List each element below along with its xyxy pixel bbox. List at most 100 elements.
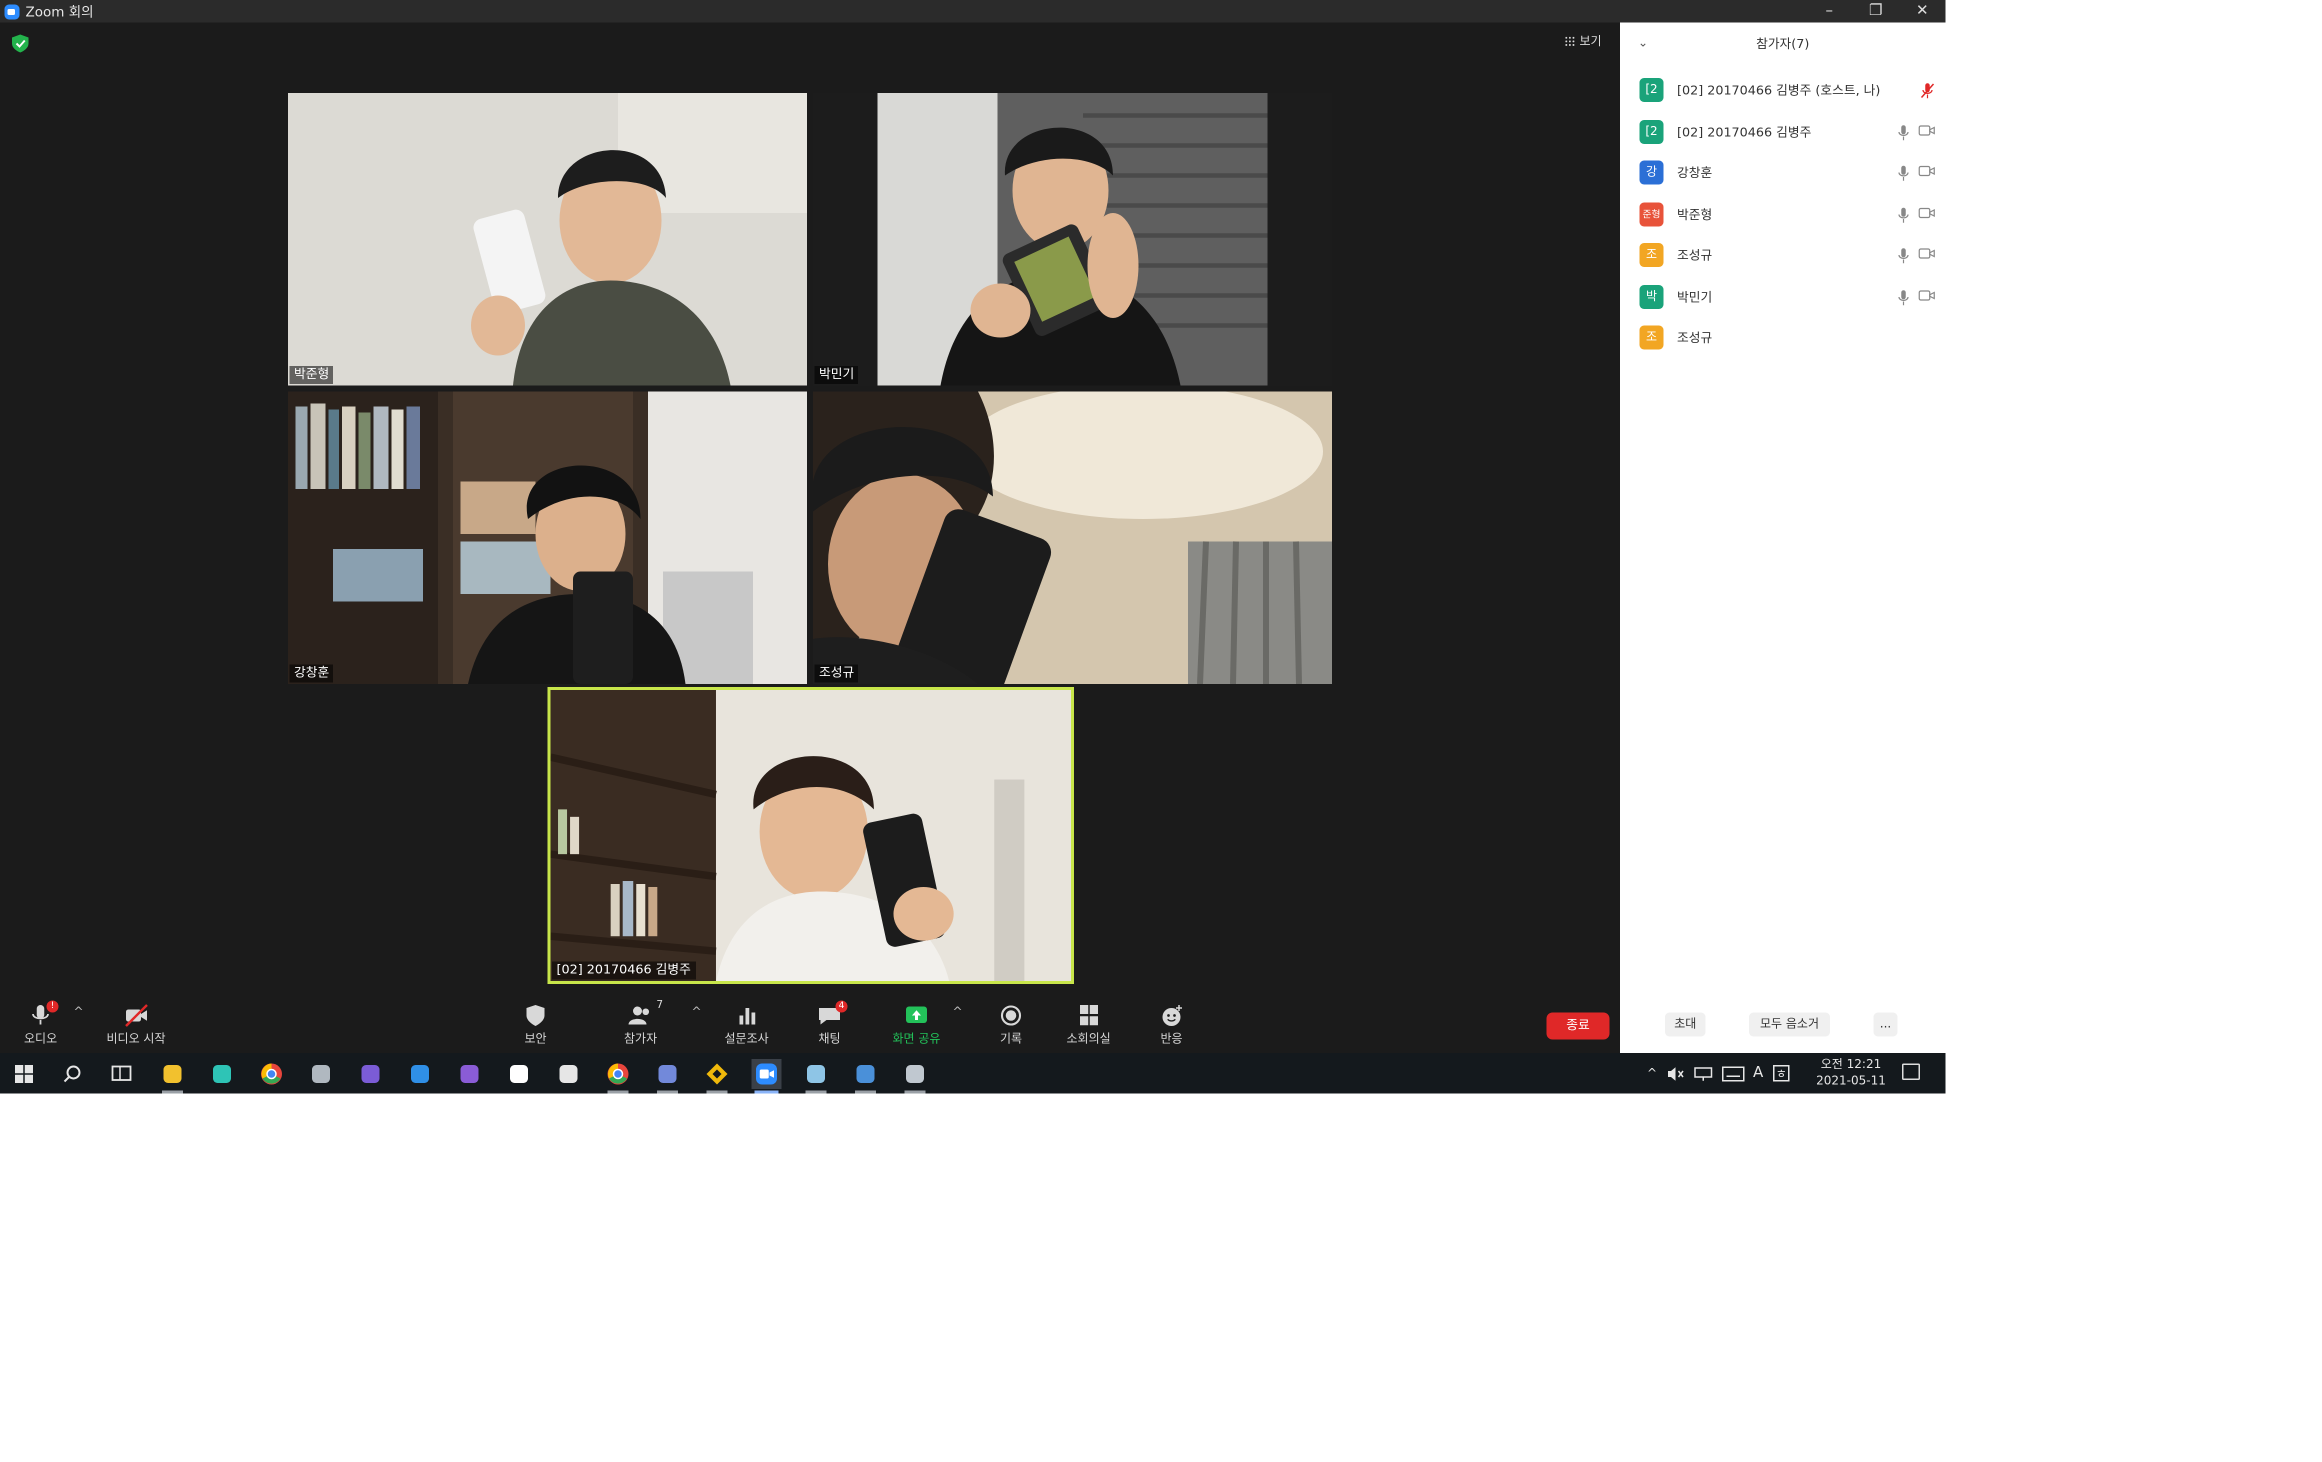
window-title: Zoom 회의 [25,6,94,21]
microphone-icon[interactable] [1898,247,1910,264]
chrome-2-icon[interactable] [603,1059,633,1094]
participant-name-label: 강창훈 [289,664,334,683]
minimize-button[interactable]: – [1806,0,1853,23]
clock-time: 오전 12:21 [1820,1057,1882,1072]
file-explorer-icon[interactable] [158,1059,188,1094]
share-screen-icon [905,1006,927,1023]
participant-row[interactable]: [2 [02] 20170466 김병주 [1639,120,1940,144]
microphone-icon[interactable] [1898,164,1910,181]
participant-row[interactable]: 조 조성규 [1639,325,1940,350]
app-dark-icon[interactable] [554,1059,584,1089]
app-blue-circle-icon[interactable] [504,1059,534,1089]
participants-button[interactable]: 7 참가자 [624,999,663,1048]
participant-name: 조성규 [1677,331,1713,347]
microphone-muted-icon[interactable] [1920,82,1935,99]
chat-button[interactable]: 4 채팅 [816,1000,848,1048]
windows-taskbar: ^ A ㅎ 오전 12:21 2021-05-11 [0,1053,1946,1094]
hangul-ime-icon[interactable]: ㅎ [1772,1065,1789,1082]
speaker-muted-icon[interactable] [1666,1066,1684,1081]
invite-button[interactable]: 초대 [1665,1012,1706,1037]
active-speaker-video-tile[interactable]: [02] 20170466 김병주 [547,687,1074,984]
app-gray-icon[interactable] [306,1059,336,1089]
discord-icon[interactable] [653,1059,683,1094]
avatar: [2 [1639,78,1664,102]
participant-row[interactable]: 강 강창훈 [1639,160,1940,185]
microphone-icon[interactable] [1898,124,1910,141]
breakout-rooms-icon [1079,1005,1098,1026]
security-button[interactable]: 보안 [522,1004,549,1048]
task-view-icon[interactable] [107,1059,137,1089]
view-label: 보기 [1579,34,1602,49]
shield-security-icon [526,1005,545,1026]
camera-icon[interactable] [1918,289,1936,301]
end-meeting-button[interactable]: 종료 [1546,1012,1610,1040]
close-button[interactable]: ✕ [1899,0,1946,23]
camera-icon[interactable] [1918,247,1936,259]
share-options-caret[interactable]: ^ [953,1005,963,1019]
meeting-toolbar: ! 오디오 ^ 비디오 시작 보안 7 참가자 ^ 설문조사 4 채팅 화면 공… [0,999,1620,1053]
video-tile[interactable]: 조성규 [813,391,1332,684]
participant-row[interactable]: 준형 박준형 [1639,202,1940,227]
participants-options-caret[interactable]: ^ [692,1005,702,1019]
binance-icon[interactable] [702,1059,732,1094]
ime-indicator[interactable]: A [1753,1065,1763,1082]
video-tile[interactable]: 박준형 [288,93,807,386]
microphone-icon[interactable] [1898,289,1910,306]
participant-row[interactable]: 박 박민기 [1639,285,1940,309]
participant-row[interactable]: 조 조성규 [1639,243,1940,267]
breakout-rooms-button[interactable]: 소회의실 [1067,1004,1111,1048]
audio-label: 오디오 [24,1032,58,1046]
app-chrome-canary-icon[interactable] [900,1059,930,1094]
poll-label: 설문조사 [724,1032,769,1046]
camera-icon[interactable] [1918,124,1936,136]
camera-icon[interactable] [1918,206,1936,218]
video-feed [813,391,1332,684]
participant-row[interactable]: [2 [02] 20170466 김병주 (호스트, 나) [1639,78,1940,102]
participant-name: 조성규 [1677,249,1713,264]
participants-panel-title: 참가자(7) [1756,37,1810,53]
avatar: 박 [1639,285,1664,309]
camera-icon[interactable] [1918,164,1936,176]
share-screen-button[interactable]: 화면 공유 [893,1004,940,1048]
poll-button[interactable]: 설문조사 [725,1004,769,1048]
participant-name-label: 박준형 [289,366,334,384]
smiley-icon [1162,1005,1182,1026]
reactions-button[interactable]: 반응 [1158,1004,1185,1048]
keyboard-icon[interactable] [1721,1065,1745,1081]
avatar: 조 [1639,243,1664,267]
zoom-icon[interactable] [751,1059,782,1094]
vscode-icon[interactable] [405,1059,435,1089]
svg-text:ㅎ: ㅎ [1775,1067,1786,1081]
app-butterfly-icon[interactable] [207,1059,237,1089]
visual-studio-icon[interactable] [455,1059,485,1089]
github-desktop-icon[interactable] [356,1059,386,1089]
video-tile[interactable]: 강창훈 [288,391,807,684]
notification-center-icon[interactable] [1902,1063,1920,1080]
video-tile[interactable]: 박민기 [813,93,1332,386]
mute-all-button[interactable]: 모두 음소거 [1749,1012,1830,1037]
app-notes-icon[interactable] [801,1059,831,1094]
taskbar-clock[interactable]: 오전 12:21 2021-05-11 [1808,1056,1895,1089]
app-paint-icon[interactable] [851,1059,881,1094]
participants-panel-footer: 초대 모두 음소거 ... [1620,1012,1946,1043]
chrome-icon[interactable] [257,1059,287,1089]
audio-button[interactable]: ! 오디오 [24,1000,59,1048]
more-options-button[interactable]: ... [1873,1012,1898,1037]
windows-start-icon[interactable] [9,1059,39,1089]
video-feed [550,690,1071,981]
avatar: 강 [1639,160,1664,185]
audio-options-caret[interactable]: ^ [74,1005,84,1019]
restore-button[interactable]: ❐ [1853,0,1900,23]
start-video-button[interactable]: 비디오 시작 [107,1004,166,1048]
breakout-rooms-label: 소회의실 [1066,1032,1111,1046]
search-icon[interactable] [57,1059,87,1089]
record-button[interactable]: 기록 [998,1004,1025,1048]
shield-icon[interactable] [12,34,29,53]
participant-name: [02] 20170466 김병주 (호스트, 나) [1677,84,1881,99]
network-icon[interactable] [1693,1066,1713,1081]
system-tray: ^ A ㅎ [1647,1053,1789,1094]
microphone-icon[interactable] [1898,206,1910,223]
security-label: 보안 [524,1032,547,1046]
view-button[interactable]: 보기 [1564,33,1602,50]
tray-chevron-icon[interactable]: ^ [1647,1067,1657,1081]
